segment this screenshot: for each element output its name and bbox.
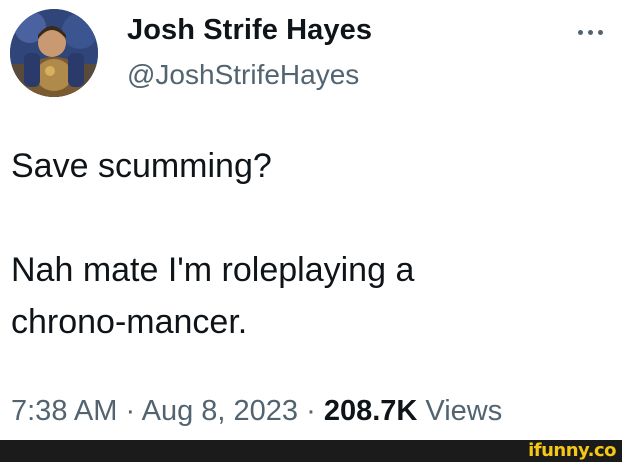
author-display-name[interactable]: Josh Strife Hayes bbox=[127, 14, 372, 47]
avatar-image bbox=[10, 9, 98, 97]
tweet-body: Save scumming? Nah mate I'm roleplaying … bbox=[11, 140, 611, 348]
tweet-text-line-1: Save scumming? bbox=[11, 147, 272, 185]
tweet-text-line-2: Nah mate I'm roleplaying a chrono-mancer… bbox=[11, 251, 415, 341]
meta-separator: · bbox=[125, 395, 136, 427]
views-label: Views bbox=[425, 395, 503, 427]
tweet-time[interactable]: 7:38 AM bbox=[11, 395, 117, 427]
tweet-date[interactable]: Aug 8, 2023 bbox=[142, 395, 298, 427]
more-dots-icon bbox=[587, 29, 593, 35]
more-options-button[interactable] bbox=[570, 20, 610, 44]
meta-separator: · bbox=[306, 395, 316, 427]
more-dots-icon bbox=[597, 29, 603, 35]
tweet-metadata: 7:38 AM · Aug 8, 2023 · 208.7K Views bbox=[11, 395, 502, 428]
more-dots-icon bbox=[577, 29, 583, 35]
tweet-card: Josh Strife Hayes @JoshStrifeHayes Save … bbox=[0, 0, 622, 440]
avatar[interactable] bbox=[10, 9, 98, 97]
author-handle[interactable]: @JoshStrifeHayes bbox=[127, 59, 359, 91]
ifunny-watermark-logo: ifunny.co bbox=[528, 440, 616, 461]
views-count: 208.7K bbox=[323, 395, 418, 427]
